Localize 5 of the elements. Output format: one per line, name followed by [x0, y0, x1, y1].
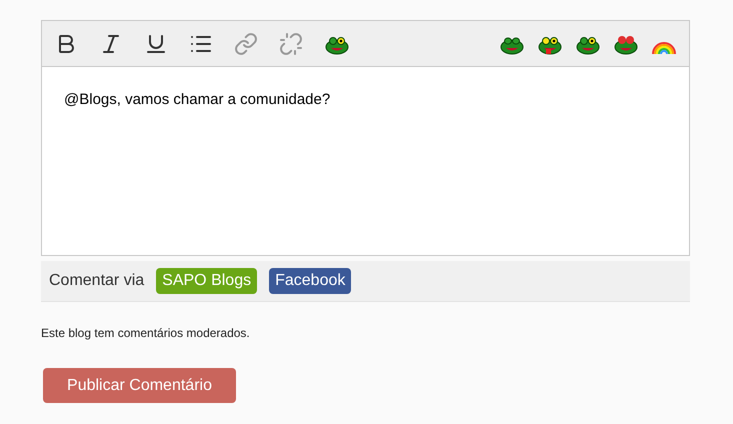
- moderation-notice: Este blog tem comentários moderados.: [41, 325, 251, 342]
- submit-button[interactable]: Publicar Comentário: [43, 368, 236, 403]
- comment-via-label: Comentar via: [49, 271, 144, 291]
- editor-text[interactable]: @Blogs, vamos chamar a comunidade?: [42, 67, 689, 255]
- login-option[interactable]: Facebook: [269, 268, 352, 294]
